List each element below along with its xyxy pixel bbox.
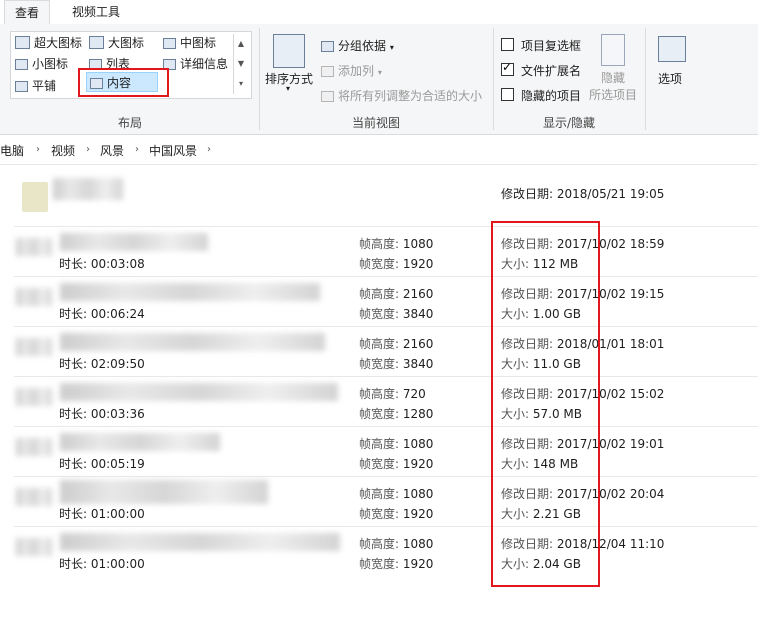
chevron-down-icon: ▾: [389, 43, 394, 52]
sort-by-icon: [273, 34, 305, 68]
video-thumbnail: [16, 538, 52, 556]
folder-date: 修改日期: 2018/05/21 19:05: [501, 187, 665, 201]
hide-selected-icon: [601, 34, 625, 66]
file-row[interactable]: 时长: 01:00:00 帧高度: 1080 帧宽度: 1920 修改日期: 2…: [0, 476, 758, 526]
folder-name-blurred: [53, 178, 123, 200]
video-thumbnail: [16, 238, 52, 256]
layout-medium-icons[interactable]: 中图标: [163, 34, 216, 51]
video-thumbnail: [16, 438, 52, 456]
item-checkboxes-checkbox[interactable]: [501, 38, 514, 51]
medium-icons-icon: [163, 38, 176, 49]
file-name-blurred: [60, 480, 268, 504]
layout-extra-large-icons[interactable]: 超大图标: [15, 34, 82, 51]
chevron-down-icon: ▾: [286, 84, 291, 93]
breadcrumb: 电脑 › 视频 › 风景 › 中国风景 ›: [0, 136, 758, 165]
frame-width: 帧宽度: 1920: [359, 557, 434, 571]
frame-height: 帧高度: 1080: [359, 537, 434, 551]
file-duration: 时长: 00:06:24: [59, 307, 145, 321]
frame-width: 帧宽度: 3840: [359, 357, 434, 371]
frame-width: 帧宽度: 1920: [359, 457, 434, 471]
frame-height: 帧高度: 2160: [359, 287, 434, 301]
file-row[interactable]: 时长: 02:09:50 帧高度: 2160 帧宽度: 3840 修改日期: 2…: [0, 326, 758, 376]
extra-large-icons-icon: [15, 36, 30, 49]
chevron-right-icon[interactable]: ›: [86, 144, 90, 155]
frame-height: 帧高度: 1080: [359, 237, 434, 251]
file-duration: 时长: 00:05:19: [59, 457, 145, 471]
frame-width: 帧宽度: 1920: [359, 507, 434, 521]
file-name-blurred: [60, 383, 338, 401]
chevron-right-icon[interactable]: ›: [135, 144, 139, 155]
show-hide-group-label: 显示/隐藏: [542, 116, 596, 130]
breadcrumb-item[interactable]: 风景: [100, 142, 124, 159]
layout-small-icons[interactable]: 小图标: [15, 55, 68, 72]
small-icons-icon: [15, 59, 28, 70]
ribbon: 超大图标 大图标 中图标 小图标 列表 详细信息 平铺 内容 ▲ ▼ ▾ 布局 排序…: [0, 24, 758, 135]
frame-height: 帧高度: 2160: [359, 337, 434, 351]
fit-columns-icon: [321, 91, 334, 102]
large-icons-icon: [89, 36, 104, 49]
file-duration: 时长: 00:03:08: [59, 257, 145, 271]
tab-view[interactable]: 查看: [4, 0, 51, 25]
video-thumbnail: [16, 388, 52, 406]
file-duration: 时长: 02:09:50: [59, 357, 145, 371]
video-thumbnail: [16, 338, 52, 356]
file-duration: 时长: 01:00:00: [59, 557, 145, 571]
hidden-items-checkbox[interactable]: [501, 88, 514, 101]
options-icon: [658, 36, 686, 62]
frame-width: 帧宽度: 3840: [359, 307, 434, 321]
video-thumbnail: [16, 288, 52, 306]
file-row[interactable]: 时长: 00:05:19 帧高度: 1080 帧宽度: 1920 修改日期: 2…: [0, 426, 758, 476]
chevron-right-icon[interactable]: ›: [36, 144, 40, 155]
frame-width: 帧宽度: 1280: [359, 407, 434, 421]
layout-group-label: 布局: [117, 116, 142, 130]
video-thumbnail: [16, 488, 52, 506]
file-row[interactable]: 时长: 01:00:00 帧高度: 1080 帧宽度: 1920 修改日期: 2…: [0, 526, 758, 576]
breadcrumb-item[interactable]: 视频: [51, 142, 75, 159]
file-name-blurred: [60, 433, 220, 451]
highlight-content-layout: [78, 68, 169, 97]
file-duration: 时长: 00:03:36: [59, 407, 145, 421]
frame-height: 帧高度: 1080: [359, 437, 434, 451]
chevron-down-icon: ▾: [377, 68, 382, 77]
fit-columns-button[interactable]: 将所有列调整为合适的大小: [321, 87, 482, 104]
file-name-blurred: [60, 233, 208, 251]
group-by-button[interactable]: 分组依据 ▾: [321, 37, 394, 54]
breadcrumb-item[interactable]: 电脑: [0, 142, 24, 159]
ribbon-tab-bar: 查看 视频工具: [0, 0, 758, 25]
current-view-group-label: 当前视图: [351, 116, 400, 130]
gallery-scroll[interactable]: ▲ ▼ ▾: [233, 34, 248, 94]
layout-large-icons[interactable]: 大图标: [89, 34, 144, 51]
breadcrumb-item[interactable]: 中国风景: [149, 142, 197, 159]
add-column-icon: [321, 66, 334, 77]
options-button[interactable]: 选项: [658, 70, 682, 87]
frame-height: 帧高度: 1080: [359, 487, 434, 501]
file-extensions-toggle[interactable]: 文件扩展名: [501, 60, 581, 79]
hidden-items-toggle[interactable]: 隐藏的项目: [501, 87, 581, 104]
item-checkboxes-toggle[interactable]: 项目复选框: [501, 37, 581, 54]
tiles-icon: [15, 81, 28, 92]
file-row[interactable]: 时长: 00:06:24 帧高度: 2160 帧宽度: 3840 修改日期: 2…: [0, 276, 758, 326]
layout-details[interactable]: 详细信息: [163, 55, 228, 72]
file-name-blurred: [60, 533, 340, 551]
group-by-icon: [321, 41, 334, 52]
file-name-blurred: [60, 283, 320, 301]
layout-tiles[interactable]: 平铺: [15, 77, 56, 94]
file-row[interactable]: 时长: 00:03:08 帧高度: 1080 帧宽度: 1920 修改日期: 2…: [0, 226, 758, 276]
folder-icon: [22, 182, 48, 212]
ribbon-divider: [645, 28, 646, 130]
hide-selected-button[interactable]: 隐藏 所选项目: [589, 70, 637, 104]
file-duration: 时长: 01:00:00: [59, 507, 145, 521]
add-column-button[interactable]: 添加列 ▾: [321, 62, 382, 79]
frame-width: 帧宽度: 1920: [359, 257, 434, 271]
tab-video-tools[interactable]: 视频工具: [62, 0, 130, 24]
highlight-date-size-column: [491, 221, 600, 587]
file-row[interactable]: 时长: 00:03:36 帧高度: 720 帧宽度: 1280 修改日期: 20…: [0, 376, 758, 426]
file-extensions-checkbox[interactable]: [501, 60, 514, 76]
frame-height: 帧高度: 720: [359, 387, 426, 401]
file-name-blurred: [60, 333, 325, 351]
chevron-right-icon[interactable]: ›: [207, 144, 211, 155]
